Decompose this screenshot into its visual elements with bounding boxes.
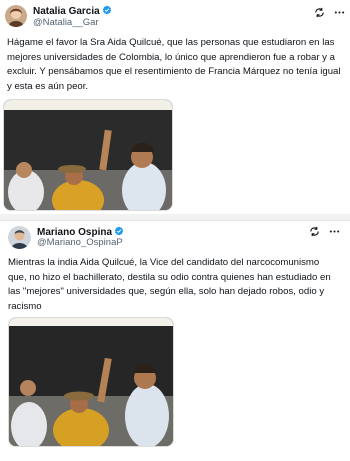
tweet-video-thumbnail[interactable] (3, 99, 173, 211)
author-handle[interactable]: @Mariano_OspinaP (37, 237, 123, 248)
tweet-video-thumbnail[interactable] (8, 317, 174, 447)
grok-icon[interactable] (309, 226, 320, 237)
author-handle[interactable]: @Natalia__Gar (33, 17, 99, 28)
tweet-card[interactable]: Natalia Garcia @Natalia__Gar Hágame el f… (0, 0, 350, 214)
more-options-icon[interactable] (329, 226, 340, 237)
avatar[interactable] (5, 5, 27, 27)
tweet-text: Mientras la india Aida Quilcué, la Vice … (8, 257, 331, 312)
tweet-text: Hágame el favor la Sra Aida Quilcué, que… (7, 37, 341, 92)
grok-icon[interactable] (314, 7, 325, 18)
more-options-icon[interactable] (334, 7, 345, 18)
verified-badge-icon (102, 5, 112, 18)
author-name-text[interactable]: Natalia Garcia (33, 6, 100, 17)
avatar[interactable] (8, 226, 31, 249)
tweet-card[interactable]: Mariano Ospina @Mariano_OspinaP Mientras… (0, 220, 350, 461)
